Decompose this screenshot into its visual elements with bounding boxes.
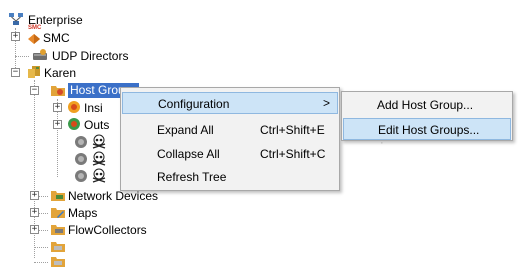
skull-icon xyxy=(92,151,106,166)
tree-label: Network Devices xyxy=(68,189,159,203)
tree-node-host-group[interactable] xyxy=(0,151,120,168)
tree-label: SMC xyxy=(43,31,70,45)
folder-icon xyxy=(51,242,65,252)
menu-item-configuration[interactable]: Configuration > xyxy=(122,92,338,114)
expand-toggle[interactable]: + xyxy=(30,191,39,200)
menu-item-label: Refresh Tree xyxy=(157,170,227,184)
menu-item-label: Configuration xyxy=(158,97,230,111)
menu-item-shortcut: Ctrl+Shift+C xyxy=(260,147,326,161)
configuration-submenu: Add Host Group... Edit Host Groups... xyxy=(341,91,513,141)
submenu-arrow-icon: > xyxy=(323,96,331,110)
menu-item-refresh-tree[interactable]: Refresh Tree xyxy=(122,166,338,188)
tree-label: FlowCollectors xyxy=(68,223,147,237)
expand-toggle[interactable]: + xyxy=(30,208,39,217)
tree-node-folder[interactable] xyxy=(0,253,80,270)
menu-item-collapse-all[interactable]: Collapse All Ctrl+Shift+C xyxy=(122,143,338,165)
menu-item-label: Edit Host Groups... xyxy=(378,123,480,137)
tree-node-inside-hosts[interactable]: + Insi xyxy=(0,99,120,116)
tree-label: Maps xyxy=(68,206,98,220)
tree-label: UDP Directors xyxy=(52,49,129,63)
host-group-icon xyxy=(75,136,87,148)
host-groups-icon xyxy=(51,86,65,96)
tree-node-outside-hosts[interactable]: + Outs xyxy=(0,116,120,133)
tree-node-flow-collectors[interactable]: + FlowCollectors xyxy=(0,221,180,238)
menu-item-label: Expand All xyxy=(157,123,214,137)
menu-item-shortcut: Ctrl+Shift+E xyxy=(260,123,325,137)
tree-node-smc[interactable]: + SMC SMC xyxy=(0,25,120,45)
skull-icon xyxy=(92,168,106,183)
outside-hosts-icon xyxy=(68,118,80,130)
tree-node-enterprise[interactable]: Enterprise xyxy=(0,11,120,28)
host-group-icon xyxy=(75,170,87,182)
maps-icon xyxy=(51,208,65,218)
inside-hosts-icon xyxy=(68,101,80,113)
menu-item-edit-host-groups[interactable]: Edit Host Groups... xyxy=(343,118,511,140)
udp-director-icon xyxy=(33,49,47,60)
menu-item-label: Collapse All xyxy=(157,147,220,161)
tree-node-karen[interactable]: − Karen xyxy=(0,64,120,81)
tree-node-host-group[interactable] xyxy=(0,168,120,185)
menu-item-add-host-group[interactable]: Add Host Group... xyxy=(343,94,511,116)
menu-item-expand-all[interactable]: Expand All Ctrl+Shift+E xyxy=(122,119,338,141)
host-group-icon xyxy=(75,153,87,165)
menu-item-label: Add Host Group... xyxy=(377,98,474,112)
skull-icon xyxy=(92,134,106,149)
tree-label: Karen xyxy=(44,66,77,80)
smc-badge: SMC xyxy=(28,25,42,31)
domain-icon xyxy=(28,66,40,78)
tree-node-maps[interactable]: + Maps xyxy=(0,204,120,221)
flow-collectors-icon xyxy=(51,225,65,235)
tree-node-host-group[interactable] xyxy=(0,134,120,151)
smc-icon xyxy=(28,34,40,44)
tree-node-udp-directors[interactable]: UDP Directors xyxy=(0,47,160,64)
expand-toggle[interactable]: + xyxy=(53,120,62,129)
collapse-toggle[interactable]: − xyxy=(11,68,20,77)
folder-icon xyxy=(51,257,65,267)
tree-label: Outs xyxy=(84,118,110,132)
network-devices-icon xyxy=(51,191,65,201)
expand-toggle[interactable]: + xyxy=(30,225,39,234)
expand-toggle[interactable]: + xyxy=(53,103,62,112)
tree-label: Insi xyxy=(84,101,103,115)
context-menu: Configuration > Expand All Ctrl+Shift+E … xyxy=(120,87,340,191)
expand-toggle[interactable]: + xyxy=(11,32,20,41)
collapse-toggle[interactable]: − xyxy=(30,86,39,95)
enterprise-icon xyxy=(9,13,23,25)
